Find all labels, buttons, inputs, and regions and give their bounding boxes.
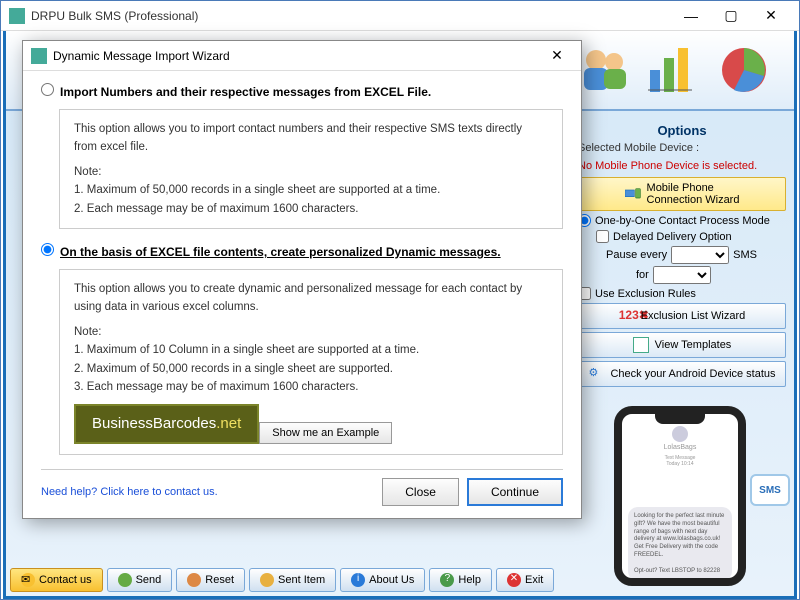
pause-count-select[interactable] [671,246,729,264]
reset-icon [187,573,201,587]
app-title: DRPU Bulk SMS (Professional) [31,9,671,23]
exclusion-wizard-button[interactable]: 123✖ Exclusion List Wizard [578,303,786,329]
delayed-delivery-checkbox[interactable] [596,230,609,243]
option2-note-title: Note: [74,323,548,341]
option2-radio-row[interactable]: On the basis of EXCEL file contents, cre… [41,243,563,261]
option2-note-1: 1. Maximum of 10 Column in a single shee… [74,341,548,359]
option1-desc: This option allows you to import contact… [74,120,548,157]
option1-note-title: Note: [74,163,548,181]
modal-body: Import Numbers and their respective mess… [23,71,581,518]
option1-radio-row[interactable]: Import Numbers and their respective mess… [41,83,563,101]
wizard-line2: Connection Wizard [647,194,740,206]
watermark-badge: BusinessBarcodes.net [74,404,259,444]
contact-icon: ✉ [21,573,35,587]
for-label: for [636,269,649,281]
send-button[interactable]: Send [107,568,173,592]
option1-description-box: This option allows you to import contact… [59,109,563,229]
show-example-button[interactable]: Show me an Example [259,422,392,444]
options-title: Options [578,123,786,138]
option1-note-1: 1. Maximum of 50,000 records in a single… [74,181,548,199]
option2-note-3: 3. Each message may be of maximum 1600 c… [74,378,548,396]
phone-preview: LolasBags Text MessageToday 10:14 Lookin… [614,406,746,586]
options-panel: Options Selected Mobile Device : No Mobi… [578,123,786,390]
gear-icon: ⚙ [588,366,604,382]
exclusion-icon: 123✖ [619,308,635,324]
exit-icon: ✕ [507,573,521,587]
phone-message-bubble: Looking for the perfect last minute gift… [628,507,732,581]
phone-contact-header: LolasBags Text MessageToday 10:14 [622,426,738,467]
view-templates-button[interactable]: View Templates [578,332,786,358]
people-icon [574,40,634,100]
bottom-toolbar: ✉Contact us Send Reset Sent Item iAbout … [10,568,554,592]
main-titlebar: DRPU Bulk SMS (Professional) — ▢ ✕ [1,1,799,31]
help-icon: ? [440,573,454,587]
import-wizard-modal: Dynamic Message Import Wizard ✕ Import N… [22,40,582,519]
templates-icon [633,337,649,353]
sms-badge-icon: SMS [750,474,790,506]
exclusion-btn-label: Exclusion List Wizard [641,310,746,322]
close-modal-button[interactable]: Close [382,478,459,506]
process-mode-label: One-by-One Contact Process Mode [595,215,770,227]
pie-chart-icon [714,40,774,100]
option1-note-2: 2. Each message may be of maximum 1600 c… [74,200,548,218]
phone-contact-name: LolasBags [622,444,738,451]
sent-icon [260,573,274,587]
close-button[interactable]: ✕ [751,2,791,30]
about-button[interactable]: iAbout Us [340,568,425,592]
wizard-line1: Mobile Phone [647,182,714,194]
modal-close-button[interactable]: ✕ [541,47,573,64]
option2-desc: This option allows you to create dynamic… [74,280,548,317]
modal-footer: Need help? Click here to contact us. Clo… [41,469,563,506]
option1-radio[interactable] [41,83,54,96]
exit-button[interactable]: ✕Exit [496,568,554,592]
phone-notch [655,414,705,424]
maximize-button[interactable]: ▢ [711,2,751,30]
modal-icon [31,48,47,64]
devices-icon [625,186,641,202]
pause-duration-select[interactable] [653,266,711,284]
sent-item-button[interactable]: Sent Item [249,568,336,592]
chart-bars-icon [644,40,704,100]
send-icon [118,573,132,587]
modal-titlebar: Dynamic Message Import Wizard ✕ [23,41,581,71]
option2-description-box: This option allows you to create dynamic… [59,269,563,455]
app-icon [9,8,25,24]
device-label: Selected Mobile Device : [578,142,699,154]
minimize-button[interactable]: — [671,2,711,30]
option2-note-2: 2. Maximum of 50,000 records in a single… [74,360,548,378]
templates-btn-label: View Templates [655,339,732,351]
android-btn-label: Check your Android Device status [610,368,775,380]
pause-unit: SMS [733,249,757,261]
help-link[interactable]: Need help? Click here to contact us. [41,486,218,498]
modal-title: Dynamic Message Import Wizard [53,49,541,63]
option2-radio[interactable] [41,243,54,256]
delayed-delivery-label: Delayed Delivery Option [613,231,732,243]
check-android-button[interactable]: ⚙ Check your Android Device status [578,361,786,387]
reset-button[interactable]: Reset [176,568,245,592]
about-icon: i [351,573,365,587]
pause-label: Pause every [606,249,667,261]
connection-wizard-button[interactable]: Mobile PhoneConnection Wizard [578,177,786,211]
option2-label: On the basis of EXCEL file contents, cre… [60,245,501,259]
option1-label: Import Numbers and their respective mess… [60,85,431,99]
continue-button[interactable]: Continue [467,478,563,506]
contact-us-button[interactable]: ✉Contact us [10,568,103,592]
help-button[interactable]: ?Help [429,568,492,592]
device-status: No Mobile Phone Device is selected. [578,160,757,172]
exclusion-label: Use Exclusion Rules [595,288,696,300]
